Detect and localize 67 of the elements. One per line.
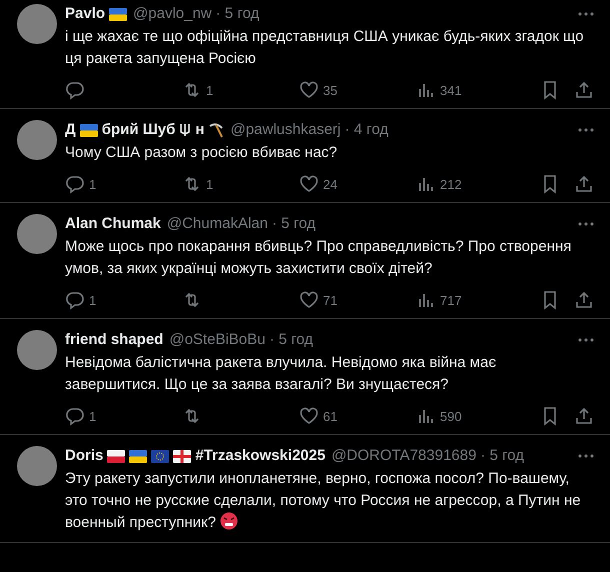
count: 71 <box>323 292 338 308</box>
reply-icon[interactable] <box>65 174 85 194</box>
count: 1 <box>89 176 96 192</box>
count: 1 <box>89 292 96 308</box>
count: 1 <box>206 82 214 98</box>
more-icon[interactable] <box>578 222 594 226</box>
flag-icon <box>129 450 148 462</box>
flag-icon <box>80 124 98 136</box>
post-text: Эту ракету запустили инопланетяне, верно, госпожа посол? По-вашему, это точно не русские сделали, потому что Россия не агрессор, а Путин не военный преступник? <box>65 469 582 533</box>
more-icon[interactable] <box>578 128 594 132</box>
flag-icon <box>173 450 192 462</box>
user-name[interactable]: #Trzaskowski2025 <box>195 446 326 466</box>
timestamp[interactable]: · 5 год <box>272 214 316 234</box>
post-text: Невідома балістична ракета влучила. Невідомо яка війна має завершитися. Що це за заява взагалі? Ви знущаєтеся? <box>65 353 498 395</box>
user-name[interactable]: Pavlo <box>65 4 106 24</box>
share-icon[interactable] <box>574 406 594 426</box>
reply-icon[interactable] <box>65 290 85 310</box>
avatar[interactable] <box>17 4 57 44</box>
heart-icon[interactable] <box>299 406 319 426</box>
share-icon[interactable] <box>574 80 594 100</box>
count: 212 <box>440 176 462 192</box>
timestamp[interactable]: · 4 год <box>344 120 388 140</box>
user-handle[interactable]: @ChumakAlan <box>166 214 268 234</box>
heart-icon[interactable] <box>299 174 319 194</box>
post-text: і ще жахає те що офіційна представниця США уникає будь-яких згадок що ця ракета запущена Росією <box>65 27 585 69</box>
user-name[interactable]: н <box>195 120 204 140</box>
count: 590 <box>440 408 462 424</box>
count: 1 <box>89 408 96 424</box>
heart-icon[interactable] <box>299 290 319 310</box>
more-icon[interactable] <box>578 12 594 16</box>
timestamp[interactable]: · 5 год <box>480 446 524 466</box>
more-icon[interactable] <box>578 338 594 342</box>
count: 717 <box>440 292 462 308</box>
flag-icon <box>107 450 126 462</box>
more-icon[interactable] <box>578 454 594 458</box>
count: 61 <box>323 408 338 424</box>
count: 24 <box>323 176 338 192</box>
count: 1 <box>206 176 214 192</box>
user-name[interactable]: Doris <box>65 446 104 466</box>
avatar[interactable] <box>17 120 57 160</box>
user-handle[interactable]: @pavlo_nw <box>133 4 212 24</box>
flag-icon <box>151 450 170 462</box>
user-name[interactable]: friend shaped <box>65 330 164 350</box>
user-handle[interactable]: @DOROTA78391689 <box>331 446 476 466</box>
reply-icon[interactable] <box>65 80 85 100</box>
count: 35 <box>323 82 338 98</box>
post-text: Може щось про покарання вбивць? Про справедливість? Про створення умов, за яких українці можуть захистити своїх дітей? <box>65 237 572 279</box>
avatar[interactable] <box>17 330 57 370</box>
pickaxe-icon <box>208 122 224 138</box>
avatar[interactable] <box>17 214 57 254</box>
share-icon[interactable] <box>574 174 594 194</box>
share-icon[interactable] <box>574 290 594 310</box>
user-name[interactable]: Alan Chumak <box>65 214 161 234</box>
user-name[interactable]: брий Шуб <box>102 120 176 140</box>
timestamp[interactable]: · 5 год <box>216 4 260 24</box>
reply-icon[interactable] <box>65 406 85 426</box>
user-name[interactable]: Д <box>65 120 76 140</box>
timestamp[interactable]: · 5 год <box>269 330 314 350</box>
trident-icon <box>179 123 192 137</box>
angry-face-icon <box>220 512 238 530</box>
user-handle[interactable]: @oSteBiBoBu <box>169 330 266 350</box>
avatar[interactable] <box>17 446 57 486</box>
user-handle[interactable]: @pawlushkaserj <box>230 120 341 140</box>
flag-icon <box>109 8 128 20</box>
heart-icon[interactable] <box>299 80 319 100</box>
count: 341 <box>440 82 462 98</box>
post-text: Чому США разом з росією вбиває нас? <box>65 143 338 163</box>
